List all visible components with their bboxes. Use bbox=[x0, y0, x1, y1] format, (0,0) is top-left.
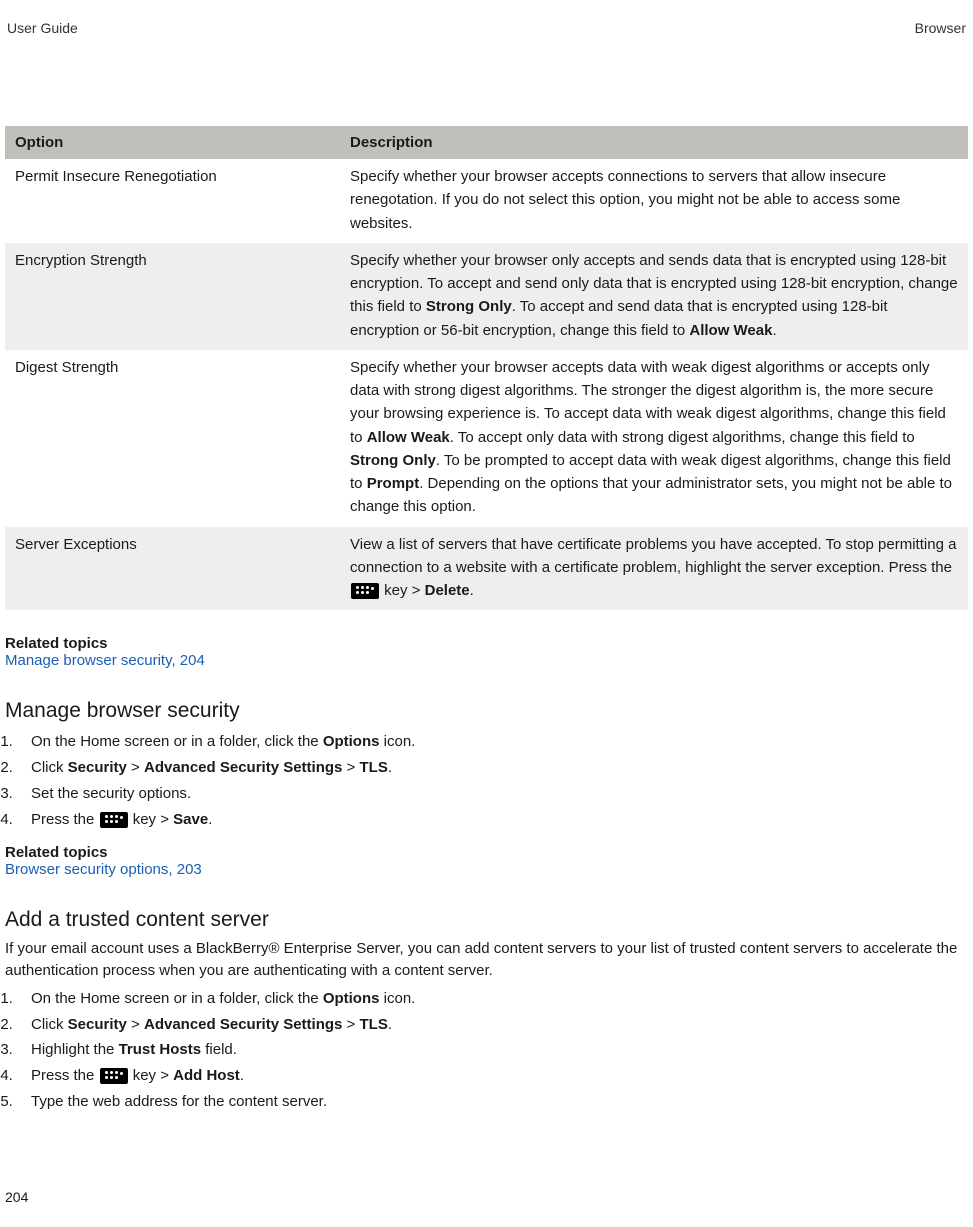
description-cell: Specify whether your browser accepts con… bbox=[340, 159, 968, 243]
trusted-server-steps: On the Home screen or in a folder, click… bbox=[5, 986, 968, 1115]
heading-add-trusted-server: Add a trusted content server bbox=[5, 908, 968, 932]
option-cell: Encryption Strength bbox=[5, 243, 340, 350]
description-cell: Specify whether your browser only accept… bbox=[340, 243, 968, 350]
heading-manage-browser-security: Manage browser security bbox=[5, 699, 968, 723]
blackberry-menu-icon bbox=[100, 1068, 128, 1084]
related-label: Related topics bbox=[5, 635, 968, 652]
description-cell: View a list of servers that have certifi… bbox=[340, 527, 968, 611]
table-row: Permit Insecure Renegotiation Specify wh… bbox=[5, 159, 968, 243]
list-item: On the Home screen or in a folder, click… bbox=[17, 729, 968, 755]
related-topics-2: Related topics Browser security options,… bbox=[5, 844, 968, 878]
trusted-intro: If your email account uses a BlackBerry®… bbox=[5, 938, 968, 982]
table-row: Server Exceptions View a list of servers… bbox=[5, 527, 968, 611]
table-row: Encryption Strength Specify whether your… bbox=[5, 243, 968, 350]
related-label: Related topics bbox=[5, 844, 968, 861]
list-item: On the Home screen or in a folder, click… bbox=[17, 986, 968, 1012]
header-right: Browser bbox=[915, 20, 966, 36]
option-cell: Digest Strength bbox=[5, 350, 340, 527]
page-header: User Guide Browser bbox=[5, 20, 968, 36]
list-item: Highlight the Trust Hosts field. bbox=[17, 1037, 968, 1063]
manage-security-steps: On the Home screen or in a folder, click… bbox=[5, 729, 968, 832]
col-description: Description bbox=[340, 126, 968, 159]
list-item: Click Security > Advanced Security Setti… bbox=[17, 1012, 968, 1038]
header-left: User Guide bbox=[7, 20, 78, 36]
table-row: Digest Strength Specify whether your bro… bbox=[5, 350, 968, 527]
option-cell: Permit Insecure Renegotiation bbox=[5, 159, 340, 243]
option-cell: Server Exceptions bbox=[5, 527, 340, 611]
list-item: Press the key > Add Host. bbox=[17, 1063, 968, 1089]
list-item: Type the web address for the content ser… bbox=[17, 1089, 968, 1115]
related-topics-1: Related topics Manage browser security, … bbox=[5, 635, 968, 669]
list-item: Click Security > Advanced Security Setti… bbox=[17, 755, 968, 781]
page-number: 204 bbox=[5, 1189, 28, 1205]
list-item: Press the key > Save. bbox=[17, 807, 968, 833]
list-item: Set the security options. bbox=[17, 781, 968, 807]
blackberry-menu-icon bbox=[351, 583, 379, 599]
options-table: Option Description Permit Insecure Reneg… bbox=[5, 126, 968, 610]
blackberry-menu-icon bbox=[100, 812, 128, 828]
col-option: Option bbox=[5, 126, 340, 159]
description-cell: Specify whether your browser accepts dat… bbox=[340, 350, 968, 527]
related-link[interactable]: Browser security options, 203 bbox=[5, 861, 202, 878]
related-link[interactable]: Manage browser security, 204 bbox=[5, 652, 205, 669]
